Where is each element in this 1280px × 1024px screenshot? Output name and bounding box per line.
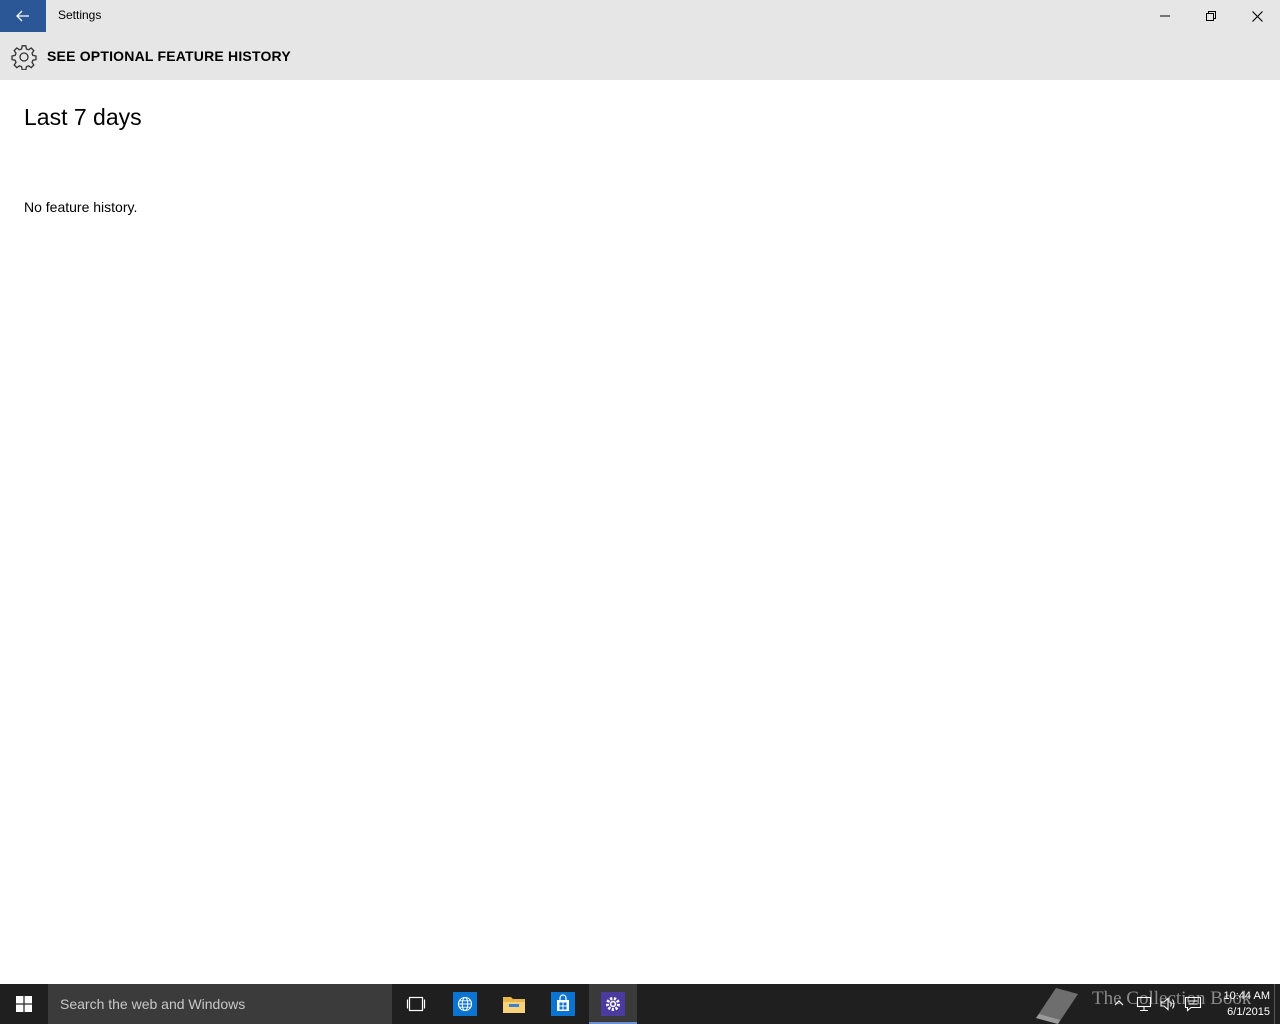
search-placeholder: Search the web and Windows <box>60 996 246 1012</box>
clock-time: 10:44 AM <box>1223 990 1270 1002</box>
empty-history-message: No feature history. <box>24 199 138 215</box>
restore-icon <box>1206 11 1216 21</box>
search-box[interactable]: Search the web and Windows <box>48 984 392 1024</box>
gear-icon <box>11 45 37 70</box>
close-button[interactable] <box>1234 0 1280 32</box>
network-icon[interactable] <box>1134 994 1154 1014</box>
restore-button[interactable] <box>1188 0 1234 32</box>
store-button[interactable] <box>539 984 587 1024</box>
show-hidden-icons-icon[interactable] <box>1112 996 1126 1010</box>
minimize-button[interactable] <box>1142 0 1188 32</box>
file-explorer-button[interactable] <box>490 984 538 1024</box>
settings-gear-icon <box>601 992 625 1016</box>
page-header: SEE OPTIONAL FEATURE HISTORY <box>0 32 1280 80</box>
globe-icon <box>453 992 477 1016</box>
action-center-icon[interactable] <box>1183 994 1203 1014</box>
minimize-icon <box>1160 15 1170 17</box>
settings-taskbar-button[interactable] <box>589 984 637 1024</box>
volume-icon[interactable] <box>1158 994 1178 1014</box>
taskbar: Search the web and Windows The Collectio… <box>0 984 1280 1024</box>
store-icon <box>551 992 575 1016</box>
windows-logo-icon <box>16 996 32 1012</box>
page-title: SEE OPTIONAL FEATURE HISTORY <box>47 48 291 64</box>
back-button[interactable] <box>0 0 46 32</box>
task-view-icon <box>406 996 426 1012</box>
clock-date: 6/1/2015 <box>1227 1006 1270 1018</box>
window-title: Settings <box>58 8 102 22</box>
section-heading: Last 7 days <box>24 104 142 130</box>
show-desktop-button[interactable] <box>1274 984 1280 1024</box>
task-view-button[interactable] <box>392 984 440 1024</box>
internet-explorer-button[interactable] <box>441 984 489 1024</box>
title-bar: Settings <box>0 0 1280 32</box>
back-arrow-icon <box>16 10 29 22</box>
folder-icon <box>503 997 525 1013</box>
close-icon <box>1251 10 1263 22</box>
clock[interactable]: 10:44 AM 6/1/2015 <box>1208 988 1270 1020</box>
book-watermark-icon <box>1036 988 1078 1024</box>
start-button[interactable] <box>0 984 48 1024</box>
